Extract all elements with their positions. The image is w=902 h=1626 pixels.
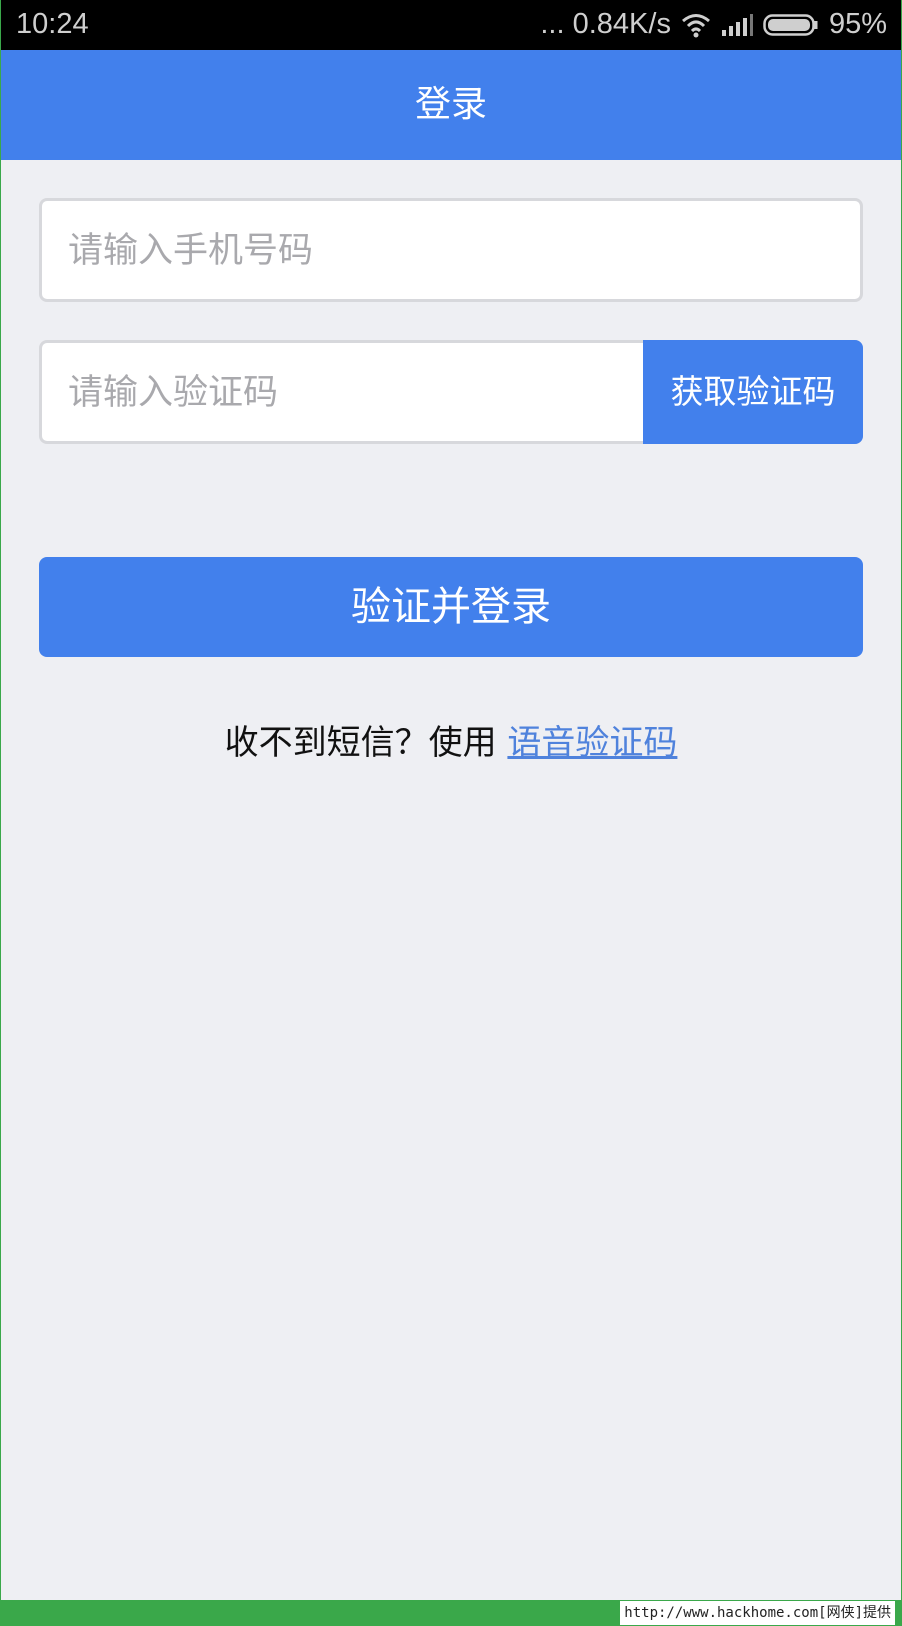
status-right-group: ... 0.84K/s 95% bbox=[540, 8, 887, 41]
voice-code-link[interactable]: 语音验证码 bbox=[507, 723, 677, 763]
voice-hint-text: 收不到短信？使用 bbox=[224, 723, 508, 763]
wifi-icon bbox=[681, 9, 711, 41]
phone-field-container bbox=[39, 198, 863, 302]
app-header: 登录 bbox=[1, 50, 901, 160]
voice-hint: 收不到短信？使用 语音验证码 bbox=[1, 715, 901, 764]
verify-login-button[interactable]: 验证并登录 bbox=[39, 557, 863, 657]
status-time: 10:24 bbox=[16, 8, 89, 40]
page-title: 登录 bbox=[414, 84, 487, 125]
battery-icon bbox=[763, 9, 819, 41]
watermark-bar: http://www.hackhome.com[网侠]提供 bbox=[1, 1600, 901, 1626]
phone-input[interactable] bbox=[66, 201, 630, 301]
code-field-container: 获取验证码 bbox=[39, 340, 863, 444]
status-bar: 10:24 ... 0.84K/s 95% bbox=[1, 0, 901, 50]
get-code-button[interactable]: 获取验证码 bbox=[643, 340, 863, 444]
battery-percent: 95% bbox=[828, 8, 887, 40]
watermark-text: http://www.hackhome.com[网侠]提供 bbox=[620, 1601, 895, 1625]
signal-icon bbox=[721, 9, 753, 41]
network-speed: ... 0.84K/s bbox=[540, 8, 671, 40]
verification-code-input[interactable] bbox=[66, 343, 630, 443]
